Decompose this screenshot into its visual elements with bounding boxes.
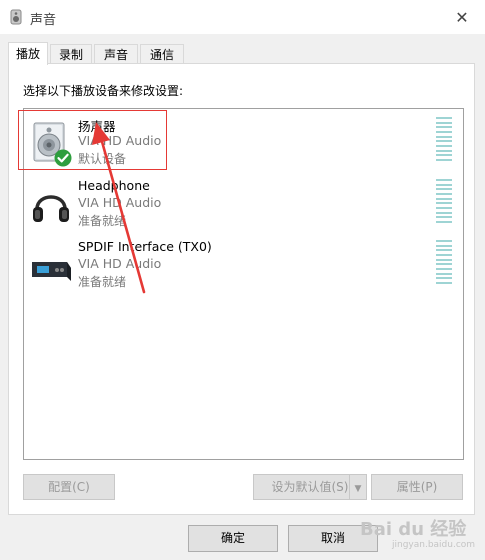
device-name: SPDIF Interface (TX0)	[78, 239, 212, 254]
close-icon: ✕	[455, 7, 469, 27]
device-item-spdif[interactable]: SPDIF Interface (TX0) VIA HD Audio 准备就绪	[24, 236, 463, 294]
instruction-text: 选择以下播放设备来修改设置:	[23, 84, 184, 98]
default-check-icon	[54, 149, 72, 167]
spdif-device-icon	[29, 244, 73, 288]
speaker-app-icon	[8, 9, 24, 25]
window-title: 声音	[30, 13, 57, 28]
tab-communications[interactable]: 通信	[140, 44, 184, 64]
set-default-label: 设为默认值(S)	[271, 480, 349, 494]
level-meter	[436, 179, 452, 223]
configure-button[interactable]: 配置(C)	[23, 474, 115, 500]
device-name: Headphone	[78, 178, 150, 193]
device-list[interactable]: 扬声器 VIA HD Audio 默认设备 Headphone VIA HD A…	[23, 108, 464, 460]
close-button[interactable]: ✕	[439, 0, 485, 34]
playback-panel: 选择以下播放设备来修改设置: 扬声器 VIA HD Audio 默认设备 Hea…	[8, 63, 475, 515]
tab-recording[interactable]: 录制	[50, 44, 92, 64]
watermark: Bai du 经验	[360, 519, 467, 540]
set-default-button[interactable]: 设为默认值(S) ▼	[253, 474, 367, 500]
tab-playback[interactable]: 播放	[8, 42, 48, 65]
device-status: 默认设备	[78, 152, 127, 166]
level-meter	[436, 240, 452, 284]
properties-button[interactable]: 属性(P)	[371, 474, 463, 500]
chevron-down-icon: ▼	[354, 484, 362, 494]
device-item-speaker[interactable]: 扬声器 VIA HD Audio 默认设备	[24, 113, 463, 171]
tab-sounds[interactable]: 声音	[94, 44, 138, 64]
title-bar: 声音 ✕	[0, 0, 485, 34]
device-driver: VIA HD Audio	[78, 133, 162, 148]
device-driver: VIA HD Audio	[78, 195, 162, 210]
device-driver: VIA HD Audio	[78, 256, 162, 271]
level-meter	[436, 117, 452, 161]
headphone-icon	[29, 183, 73, 227]
set-default-dropdown[interactable]: ▼	[349, 475, 366, 499]
ok-button[interactable]: 确定	[188, 525, 278, 552]
watermark-url: jingyan.baidu.com	[392, 540, 476, 550]
device-item-headphone[interactable]: Headphone VIA HD Audio 准备就绪	[24, 175, 463, 233]
device-status: 准备就绪	[78, 275, 127, 289]
device-status: 准备就绪	[78, 214, 127, 228]
